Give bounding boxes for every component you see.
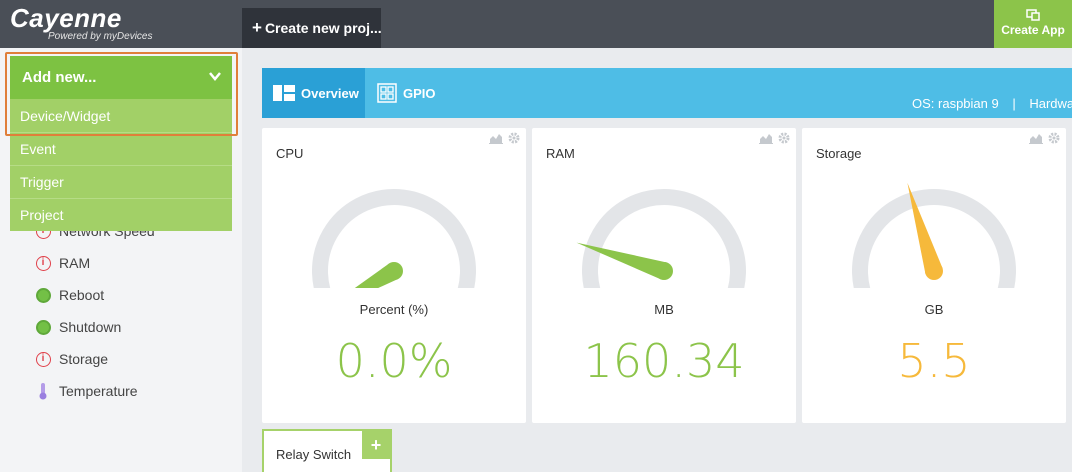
gear-icon[interactable] — [778, 132, 790, 144]
chart-icon[interactable] — [1029, 132, 1043, 144]
add-new-label: Add new... — [22, 69, 97, 86]
widget-title: CPU — [276, 146, 304, 161]
widget-card-storage[interactable]: Storage GB 5.5 — [802, 128, 1066, 423]
os-info: OS: raspbian 9 — [912, 96, 999, 111]
widget-title: Storage — [816, 146, 862, 161]
relay-switch-title: Relay Switch — [276, 447, 352, 462]
overview-icon — [273, 85, 295, 101]
menu-item-project[interactable]: Project — [10, 198, 232, 231]
sidebar-item-ram[interactable]: i RAM — [35, 252, 90, 274]
gear-icon[interactable] — [508, 132, 520, 144]
top-bar: Cayenne Powered by myDevices + Create ne… — [0, 0, 1072, 48]
add-widget-button[interactable]: + — [362, 431, 390, 459]
menu-item-event[interactable]: Event — [10, 132, 232, 165]
widget-unit: Percent (%) — [359, 302, 429, 317]
relay-switch-card[interactable]: Relay Switch + — [262, 429, 392, 472]
widget-value: 0.0% — [335, 334, 453, 388]
hardware-info: Hardwa — [1029, 96, 1072, 111]
sidebar-item-label: RAM — [59, 255, 91, 271]
sidebar-item-reboot[interactable]: Reboot — [35, 284, 104, 306]
gear-icon[interactable] — [1048, 132, 1060, 144]
app-tagline: Powered by myDevices — [48, 31, 153, 42]
device-info: OS: raspbian 9 | Hardwa — [912, 96, 1072, 111]
device-tab-bar: Overview GPIO OS: raspbian 9 | Hardwa — [262, 68, 1072, 118]
gauge-hub — [925, 262, 943, 280]
grid-icon — [377, 83, 397, 103]
widget-actions — [489, 132, 520, 144]
gauge-hub — [655, 262, 673, 280]
sidebar-item-label: Shutdown — [59, 319, 122, 335]
app-name: Cayenne — [10, 3, 122, 33]
gauge-dial — [312, 189, 476, 288]
tab-overview-label: Overview — [301, 85, 359, 101]
widget-card-cpu[interactable]: CPU Percent (%) 0.0% — [262, 128, 526, 423]
widget-unit: GB — [924, 302, 944, 317]
widget-value: 5.5 — [897, 334, 971, 388]
tab-gpio[interactable]: GPIO — [377, 68, 436, 118]
create-project-label: Create new proj... — [264, 20, 382, 36]
sidebar-item-label: Temperature — [59, 383, 138, 399]
thermometer-icon — [35, 383, 51, 400]
add-new-dropdown: Add new... Device/Widget Event Trigger P… — [10, 56, 232, 231]
tab-overview[interactable]: Overview — [262, 68, 365, 118]
gauge-dial — [852, 182, 1016, 288]
status-ok-icon — [35, 287, 51, 303]
add-new-button[interactable]: Add new... — [10, 56, 232, 99]
sidebar-item-shutdown[interactable]: Shutdown — [35, 316, 121, 338]
chart-icon[interactable] — [759, 132, 773, 144]
create-app-button[interactable]: Create App — [994, 0, 1072, 48]
menu-item-device-widget[interactable]: Device/Widget — [10, 99, 232, 132]
create-project-button[interactable]: + Create new proj... — [242, 8, 382, 48]
widget-value: 160.34 — [583, 334, 745, 388]
chart-icon[interactable] — [489, 132, 503, 144]
tab-gpio-label: GPIO — [403, 85, 436, 101]
widget-actions — [759, 132, 790, 144]
sidebar-item-storage[interactable]: i Storage — [35, 348, 108, 370]
widget-actions — [1029, 132, 1060, 144]
create-app-label: Create App — [1001, 23, 1065, 37]
sidebar-item-label: Storage — [59, 351, 109, 367]
gauge-dial — [576, 189, 746, 288]
app-logo[interactable]: Cayenne Powered by myDevices — [10, 3, 152, 42]
info-separator: | — [1012, 96, 1016, 111]
gauge-hub — [385, 262, 403, 280]
warning-icon: i — [35, 255, 51, 271]
status-ok-icon — [35, 319, 51, 335]
widget-unit: MB — [654, 302, 674, 317]
warning-icon: i — [35, 351, 51, 367]
sidebar-item-label: Reboot — [59, 287, 105, 303]
plus-icon: + — [252, 18, 262, 37]
chevron-down-icon — [209, 72, 221, 81]
widget-card-ram[interactable]: RAM MB 160.34 — [532, 128, 796, 423]
widget-title: RAM — [546, 146, 575, 161]
sidebar-item-temperature[interactable]: Temperature — [35, 380, 138, 402]
menu-item-trigger[interactable]: Trigger — [10, 165, 232, 198]
app-icon — [1026, 9, 1040, 21]
